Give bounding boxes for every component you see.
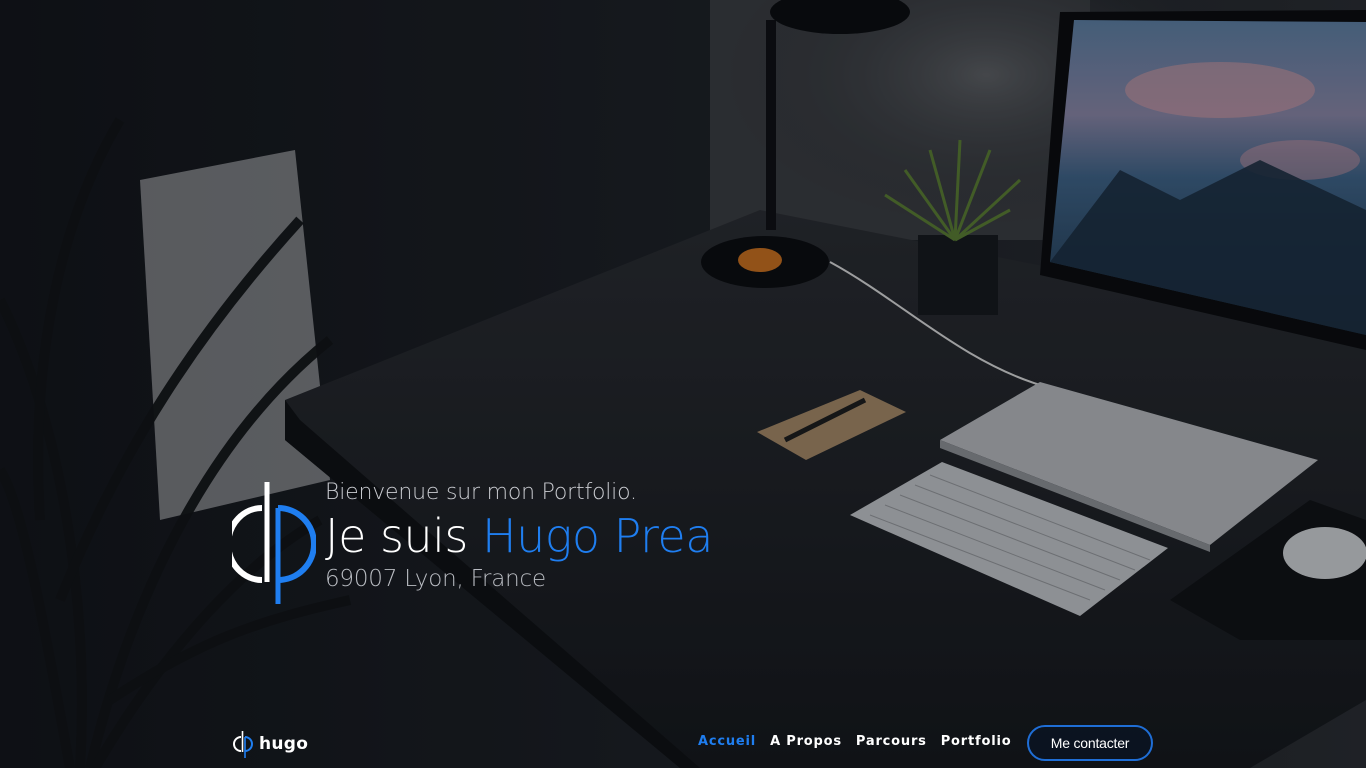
hero-text: Bienvenue sur mon Portfolio. Je suis Hug…	[325, 478, 713, 594]
nav-link-a-propos[interactable]: A Propos	[770, 734, 842, 749]
hero-location: 69007 Lyon, France	[325, 566, 546, 592]
hero-section: Bienvenue sur mon Portfolio. Je suis Hug…	[232, 478, 852, 608]
hp-monogram-icon	[232, 482, 316, 604]
brand-name: hugo	[259, 734, 309, 754]
hero-background-image	[0, 0, 1366, 768]
hero-title-name: Hugo Prea	[481, 509, 713, 563]
hp-monogram-small-icon	[233, 731, 253, 758]
bottom-navbar: hugo Accueil A Propos Parcours Portfolio…	[0, 722, 1366, 768]
nav-link-accueil[interactable]: Accueil	[698, 734, 756, 749]
hero-title: Je suis Hugo Prea	[325, 508, 713, 564]
nav-links: Accueil A Propos Parcours Portfolio	[698, 734, 1011, 749]
brand-home-link[interactable]: hugo	[233, 730, 308, 758]
nav-link-parcours[interactable]: Parcours	[856, 734, 927, 749]
nav-link-portfolio[interactable]: Portfolio	[941, 734, 1012, 749]
hero-welcome-text: Bienvenue sur mon Portfolio.	[325, 480, 637, 505]
hero-title-prefix: Je suis	[325, 509, 482, 563]
contact-button[interactable]: Me contacter	[1027, 725, 1153, 761]
